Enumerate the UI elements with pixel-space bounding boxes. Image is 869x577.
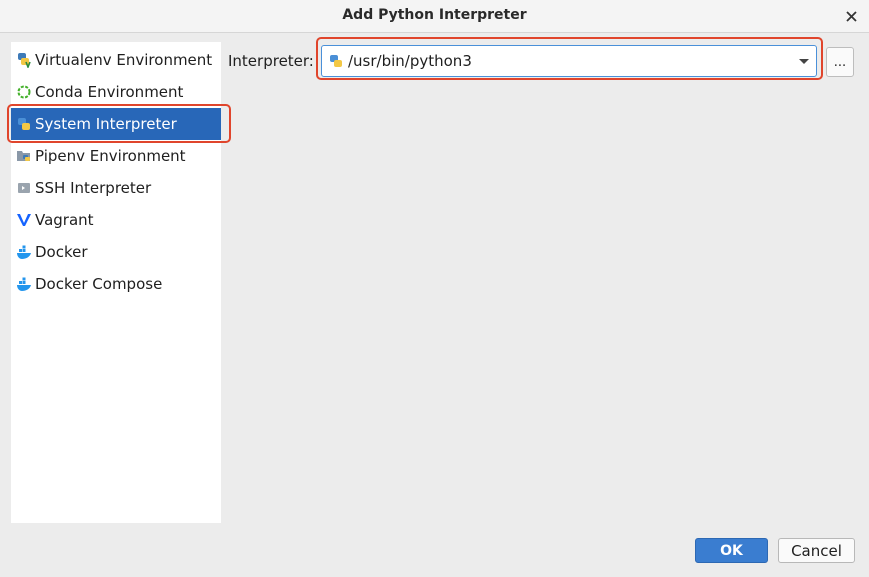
docker-compose-icon: [16, 276, 32, 292]
vagrant-icon: [16, 212, 32, 228]
sidebar-item-label: Virtualenv Environment: [35, 51, 213, 69]
sidebar-item-label: Docker: [35, 243, 88, 261]
highlight-system-interpreter: [7, 104, 231, 143]
highlight-interpreter-select: [316, 37, 823, 80]
browse-button[interactable]: ...: [826, 47, 854, 77]
sidebar-item-virtualenv[interactable]: Virtualenv Environment: [11, 44, 221, 76]
conda-icon: [16, 84, 32, 100]
cancel-button[interactable]: Cancel: [778, 538, 855, 563]
sidebar-item-docker-compose[interactable]: Docker Compose: [11, 268, 221, 300]
close-icon: [845, 10, 857, 22]
title-bar: Add Python Interpreter: [0, 0, 869, 33]
ssh-icon: [16, 180, 32, 196]
sidebar-item-label: SSH Interpreter: [35, 179, 152, 197]
window-title: Add Python Interpreter: [342, 7, 527, 23]
sidebar-item-label: Docker Compose: [35, 275, 163, 293]
pipenv-icon: [16, 148, 32, 164]
python-virtualenv-icon: [16, 52, 32, 68]
close-button[interactable]: [841, 6, 861, 26]
sidebar-item-label: Vagrant: [35, 211, 94, 229]
sidebar-item-label: Conda Environment: [35, 83, 184, 101]
sidebar-item-vagrant[interactable]: Vagrant: [11, 204, 221, 236]
interpreter-label: Interpreter:: [228, 52, 314, 70]
ok-button[interactable]: OK: [695, 538, 768, 563]
sidebar-item-label: Pipenv Environment: [35, 147, 186, 165]
sidebar-item-pipenv[interactable]: Pipenv Environment: [11, 140, 221, 172]
sidebar-item-ssh[interactable]: SSH Interpreter: [11, 172, 221, 204]
docker-icon: [16, 244, 32, 260]
sidebar-item-docker[interactable]: Docker: [11, 236, 221, 268]
